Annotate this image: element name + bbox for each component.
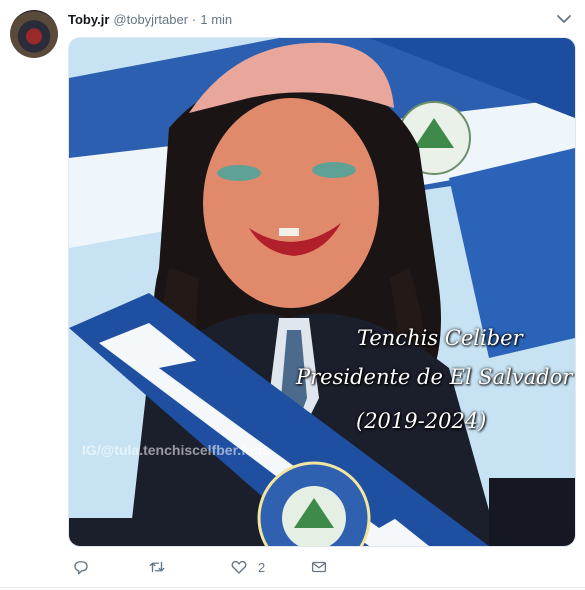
tweet-header: Toby.jr @tobyjrtaber · 1 min (68, 10, 232, 28)
image-caption-line-3: (2019-2024) (356, 409, 487, 433)
author-handle[interactable]: @tobyjrtaber (113, 12, 188, 27)
retweet-icon (149, 561, 165, 573)
tweet: Toby.jr @tobyjrtaber · 1 min Tenchis Cel… (0, 0, 585, 590)
image-caption-line-2: Presidente de El Salvador (296, 365, 573, 389)
like-count: 2 (258, 559, 266, 575)
retweet-button[interactable] (148, 556, 166, 578)
like-button[interactable]: 2 (230, 556, 265, 578)
tweet-actions: 2 (68, 556, 368, 580)
timestamp[interactable]: 1 min (200, 12, 232, 27)
tweet-photo (69, 38, 575, 546)
heart-icon (231, 560, 247, 574)
avatar[interactable] (10, 10, 58, 58)
envelope-icon (311, 561, 327, 573)
direct-message-button[interactable] (310, 556, 328, 578)
tweet-media[interactable]: Tenchis Celiber Presidente de El Salvado… (68, 37, 576, 547)
reply-icon (74, 561, 88, 575)
chevron-down-icon[interactable] (556, 13, 572, 25)
image-watermark: IG/@tula.tenchiscelfber.fans (82, 442, 270, 458)
divider (0, 587, 585, 588)
author-name[interactable]: Toby.jr (68, 12, 109, 27)
reply-button[interactable] (72, 556, 90, 578)
separator-dot: · (192, 11, 197, 27)
image-caption-line-1: Tenchis Celiber (357, 326, 523, 350)
